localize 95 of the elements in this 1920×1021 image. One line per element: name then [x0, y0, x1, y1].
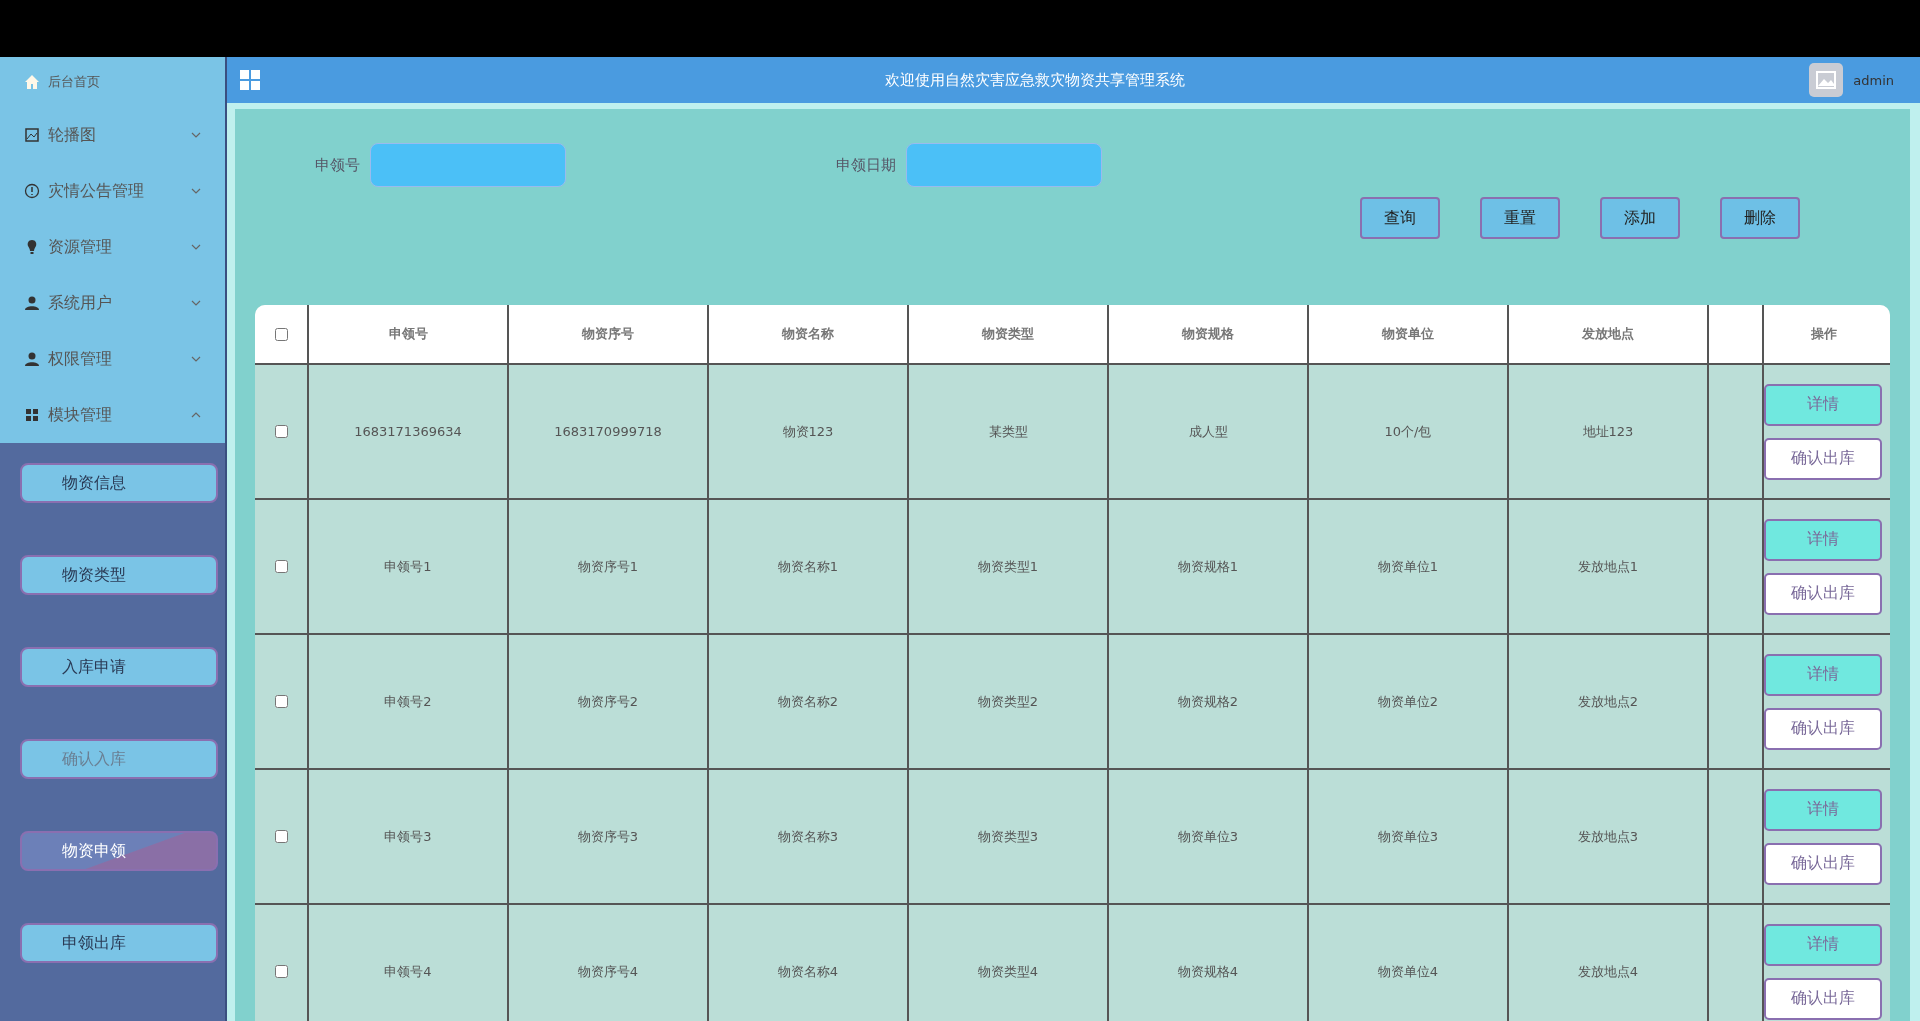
caret-icon — [191, 356, 201, 362]
row-checkbox[interactable] — [274, 830, 288, 843]
action-button[interactable]: 重置 — [1480, 197, 1560, 239]
table-cell: 物资类型3 — [977, 827, 1039, 846]
confirm-button[interactable]: 确认出库 — [1764, 977, 1882, 1020]
table-cell: 物资单位3 — [1377, 827, 1439, 846]
table-cell: 发放地点3 — [1577, 827, 1639, 846]
caret-icon — [191, 300, 201, 306]
table-cell: 物资单位3 — [1177, 827, 1239, 846]
info-icon — [24, 183, 40, 199]
table-cell: 成人型 — [1188, 422, 1228, 441]
details-button[interactable]: 详情 — [1764, 788, 1882, 831]
action-button[interactable]: 查询 — [1360, 197, 1440, 239]
action-button[interactable]: 删除 — [1720, 197, 1800, 239]
table-cell: 物资规格2 — [1177, 692, 1239, 711]
submenu-item[interactable]: 入库申请 — [20, 647, 218, 687]
table-cell: 物资序号3 — [577, 827, 639, 846]
table-cell: 物资单位4 — [1377, 962, 1439, 981]
caret-icon — [191, 244, 201, 250]
table-cell: 物资类型2 — [977, 692, 1039, 711]
table-cell: 某类型 — [988, 422, 1028, 441]
table-cell: 1683170999718 — [554, 424, 662, 439]
row-checkbox[interactable] — [274, 695, 288, 708]
table-cell: 物资规格1 — [1177, 557, 1239, 576]
row-checkbox[interactable] — [274, 965, 288, 978]
window-title: 欢迎使用自然灾害应急救灾物资共享管理系统 — [884, 70, 1187, 90]
table-cell: 物资序号1 — [577, 557, 639, 576]
table-cell: 10个/包 — [1384, 422, 1432, 441]
table-cell: 申领号3 — [384, 827, 432, 846]
user-icon — [24, 351, 40, 367]
menu-item[interactable]: 系统用户 — [0, 275, 225, 331]
table-cell: 发放地点1 — [1577, 557, 1639, 576]
table-cell: 物资单位1 — [1377, 557, 1439, 576]
menu-item[interactable]: 轮播图 — [0, 107, 225, 163]
details-button[interactable]: 详情 — [1764, 923, 1882, 966]
confirm-button[interactable]: 确认出库 — [1764, 437, 1882, 480]
action-button[interactable]: 添加 — [1600, 197, 1680, 239]
column-header: 物资单位 — [1382, 325, 1434, 343]
input-field[interactable] — [370, 143, 566, 187]
input-field[interactable] — [906, 143, 1102, 187]
details-button[interactable]: 详情 — [1764, 383, 1882, 426]
table-cell: 物资序号4 — [577, 962, 639, 981]
user-name[interactable]: admin — [1853, 72, 1894, 88]
menu-icon[interactable] — [239, 69, 261, 91]
details-button[interactable]: 详情 — [1764, 518, 1882, 561]
column-header: 物资规格 — [1182, 325, 1234, 343]
menu-item[interactable]: 资源管理 — [0, 219, 225, 275]
row-checkbox[interactable] — [274, 560, 288, 573]
image-icon — [24, 127, 40, 143]
table-cell: 1683171369634 — [354, 424, 462, 439]
caret-icon — [191, 188, 201, 194]
table-cell: 物资123 — [782, 422, 834, 441]
grid-icon — [24, 407, 40, 423]
menu-item[interactable]: 灾情公告管理 — [0, 163, 225, 219]
submenu-item[interactable]: 物资申领 — [20, 831, 218, 871]
field-label: 申领日期 — [836, 155, 896, 175]
column-header: 操作 — [1810, 325, 1837, 343]
table-cell: 申领号4 — [384, 962, 432, 981]
caret-icon — [191, 132, 201, 138]
table-cell: 物资序号2 — [577, 692, 639, 711]
table-cell: 发放地点4 — [1577, 962, 1639, 981]
select-all-checkbox[interactable] — [274, 327, 288, 341]
table-cell: 物资类型1 — [977, 557, 1039, 576]
home-menu-item[interactable]: 后台首页 — [0, 57, 225, 107]
table-cell: 物资单位2 — [1377, 692, 1439, 711]
table-cell: 地址123 — [1582, 422, 1634, 441]
user-icon — [24, 295, 40, 311]
table-cell: 物资名称4 — [777, 962, 839, 981]
caret-icon — [191, 412, 201, 418]
home-icon — [24, 74, 40, 90]
table-cell: 物资类型4 — [977, 962, 1039, 981]
submenu-item[interactable]: 物资类型 — [20, 555, 218, 595]
details-button[interactable]: 详情 — [1764, 653, 1882, 696]
confirm-button[interactable]: 确认出库 — [1764, 572, 1882, 615]
column-header: 申领号 — [388, 325, 428, 343]
column-header: 物资序号 — [582, 325, 634, 343]
table-cell: 物资名称1 — [777, 557, 839, 576]
column-header: 物资类型 — [982, 325, 1034, 343]
column-header: 物资名称 — [782, 325, 834, 343]
row-checkbox[interactable] — [274, 425, 288, 438]
avatar-icon[interactable] — [1809, 63, 1844, 97]
table-cell: 申领号2 — [384, 692, 432, 711]
table-cell: 物资规格4 — [1177, 962, 1239, 981]
column-header: 发放地点 — [1582, 325, 1634, 343]
confirm-button[interactable]: 确认出库 — [1764, 707, 1882, 750]
table-cell: 发放地点2 — [1577, 692, 1639, 711]
table-cell: 物资名称3 — [777, 827, 839, 846]
table-cell: 物资名称2 — [777, 692, 839, 711]
menu-item[interactable]: 权限管理 — [0, 331, 225, 387]
table-cell: 申领号1 — [384, 557, 432, 576]
menu-item[interactable]: 模块管理 — [0, 387, 225, 443]
submenu-item[interactable]: 申领出库 — [20, 923, 218, 963]
field-label: 申领号 — [315, 155, 360, 175]
submenu-item[interactable]: 物资信息 — [20, 463, 218, 503]
confirm-button[interactable]: 确认出库 — [1764, 842, 1882, 885]
